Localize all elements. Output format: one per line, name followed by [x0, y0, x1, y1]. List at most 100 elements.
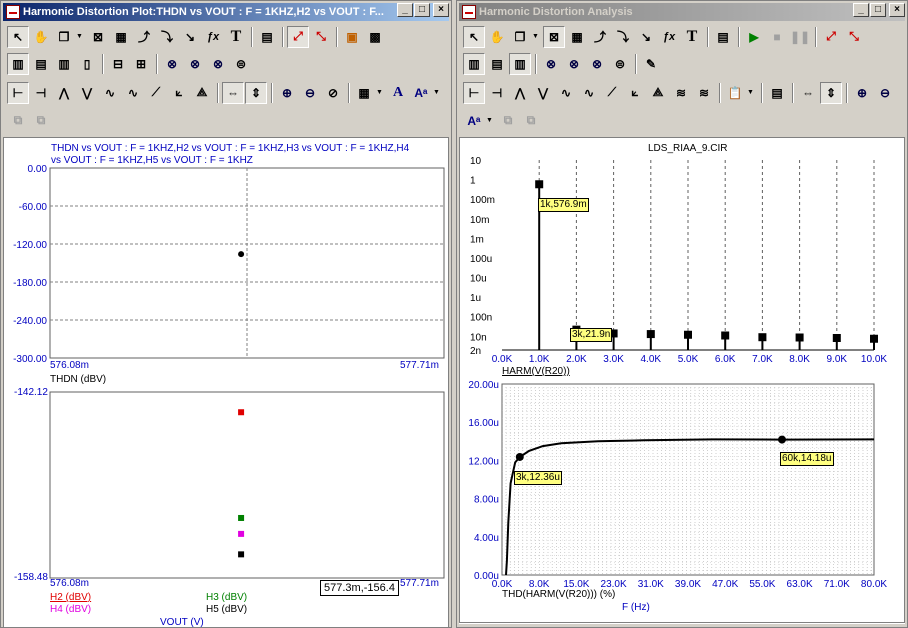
- select-arrow-icon[interactable]: ↖: [463, 25, 485, 48]
- low-icon[interactable]: ∿: [122, 82, 144, 104]
- pan-hand-icon[interactable]: ✋: [30, 26, 52, 48]
- tokens-icon[interactable]: ⤡: [310, 26, 332, 48]
- legend-h3[interactable]: H3 (dBV): [206, 592, 247, 603]
- text-icon[interactable]: T: [225, 26, 247, 48]
- scale-icon[interactable]: ⊠: [87, 26, 109, 48]
- zoom-x-icon[interactable]: ⊗: [161, 53, 183, 75]
- legend-h5[interactable]: H5 (dBV): [206, 604, 247, 615]
- layout-1-icon[interactable]: ▥: [7, 52, 29, 75]
- data-points-icon[interactable]: ⤢: [820, 26, 842, 48]
- zoom-fit-icon[interactable]: ⊘: [322, 82, 344, 104]
- zoom-off-icon[interactable]: ⊜: [609, 53, 631, 75]
- top-icon[interactable]: ≋: [693, 82, 715, 104]
- zoom-in-icon[interactable]: ⊕: [276, 82, 298, 104]
- valley-icon[interactable]: ⤵: [156, 26, 178, 48]
- close-button[interactable]: ×: [889, 3, 905, 17]
- undo-icon[interactable]: ⧉: [497, 110, 519, 132]
- run-icon[interactable]: ▶: [743, 26, 765, 48]
- cursor-left-icon[interactable]: ⊢: [7, 81, 29, 104]
- horizontal-split-icon[interactable]: ⊟: [107, 53, 129, 75]
- clipboard-icon[interactable]: 📋: [724, 82, 746, 104]
- zoom-y-icon[interactable]: ⊗: [563, 53, 585, 75]
- pan-hand-icon[interactable]: ✋: [486, 26, 508, 48]
- peak-find-icon[interactable]: ⋀: [53, 82, 75, 104]
- close-button[interactable]: ×: [433, 3, 449, 17]
- layout-1-icon[interactable]: ▥: [463, 52, 485, 75]
- chevron-down-icon[interactable]: ▼: [433, 89, 441, 96]
- grid-options-icon[interactable]: ▦: [353, 82, 375, 104]
- chevron-down-icon[interactable]: ▼: [76, 33, 84, 40]
- layout-2-icon[interactable]: ▤: [30, 53, 52, 75]
- cursor-right-icon[interactable]: ⊣: [486, 82, 508, 104]
- inflection-icon[interactable]: ⟋: [145, 82, 167, 104]
- data-points-icon[interactable]: ⤢: [287, 25, 309, 48]
- peak-icon[interactable]: ⤴: [589, 26, 611, 48]
- font-size-icon[interactable]: Aᵃ: [410, 82, 432, 104]
- fit-y-icon[interactable]: ⇕: [245, 81, 267, 104]
- copy-icon[interactable]: ❐: [509, 26, 531, 48]
- text-icon[interactable]: T: [681, 26, 703, 48]
- low-icon[interactable]: ∿: [578, 82, 600, 104]
- redo-icon[interactable]: ⧉: [520, 110, 542, 132]
- pause-icon[interactable]: ❚❚: [789, 26, 811, 48]
- properties-icon[interactable]: ▤: [712, 26, 734, 48]
- chevron-down-icon[interactable]: ▼: [747, 89, 755, 96]
- title-bar[interactable]: Harmonic Distortion Plot:THDN vs VOUT : …: [3, 3, 449, 21]
- zoom-out-icon[interactable]: ⊖: [299, 82, 321, 104]
- font-icon[interactable]: A: [387, 82, 409, 104]
- global-high-icon[interactable]: ⟀: [168, 82, 190, 104]
- zoom-y-icon[interactable]: ⊗: [184, 53, 206, 75]
- fit-icon[interactable]: ⇔: [797, 82, 819, 104]
- cursor-left-icon[interactable]: ⊢: [463, 81, 485, 104]
- valley-find-icon[interactable]: ⋁: [532, 82, 554, 104]
- cursor-right-icon[interactable]: ⊣: [30, 82, 52, 104]
- maximize-button[interactable]: □: [870, 3, 886, 17]
- global-low-icon[interactable]: ⟁: [191, 82, 213, 104]
- slope-icon[interactable]: ↘: [179, 26, 201, 48]
- stop-icon[interactable]: ■: [766, 26, 788, 48]
- redo-icon[interactable]: ⧉: [30, 110, 52, 132]
- scale-icon[interactable]: ⊠: [543, 25, 565, 48]
- layout-3-icon[interactable]: ▥: [509, 52, 531, 75]
- properties-icon[interactable]: ▤: [256, 26, 278, 48]
- notes-icon[interactable]: ▤: [766, 82, 788, 104]
- tab-strip[interactable]: [459, 623, 905, 627]
- zoom-in-icon[interactable]: ⊕: [851, 82, 873, 104]
- maximize-button[interactable]: □: [414, 3, 430, 17]
- inflection-icon[interactable]: ⟋: [601, 82, 623, 104]
- global-high-icon[interactable]: ⟀: [624, 82, 646, 104]
- grid-icon[interactable]: ▦: [110, 26, 132, 48]
- valley-icon[interactable]: ⤵: [612, 26, 634, 48]
- font-size-icon[interactable]: Aᵃ: [463, 110, 485, 132]
- fit-icon[interactable]: ⇔: [222, 81, 244, 104]
- slope-icon[interactable]: ↘: [635, 26, 657, 48]
- zoom-xy-icon[interactable]: ⊗: [586, 53, 608, 75]
- high-icon[interactable]: ∿: [555, 82, 577, 104]
- global-low-icon[interactable]: ⟁: [647, 82, 669, 104]
- title-bar[interactable]: Harmonic Distortion Analysis: [459, 3, 905, 21]
- copy-icon[interactable]: ❐: [53, 26, 75, 48]
- vertical-split-icon[interactable]: ⊞: [130, 53, 152, 75]
- zoom-out-icon[interactable]: ⊖: [874, 82, 896, 104]
- zoom-off-icon[interactable]: ⊜: [230, 53, 252, 75]
- tokens-icon[interactable]: ⤡: [843, 26, 865, 48]
- minimize-button[interactable]: _: [853, 3, 869, 17]
- grid-dots-icon[interactable]: ▩: [364, 26, 386, 48]
- layout-3-icon[interactable]: ▥: [53, 53, 75, 75]
- grid-icon[interactable]: ▦: [566, 26, 588, 48]
- peak-find-icon[interactable]: ⋀: [509, 82, 531, 104]
- fit-y-icon[interactable]: ⇕: [820, 81, 842, 104]
- peak-icon[interactable]: ⤴: [133, 26, 155, 48]
- zoom-x-icon[interactable]: ⊗: [540, 53, 562, 75]
- high-icon[interactable]: ∿: [99, 82, 121, 104]
- edit-icon[interactable]: ✎: [640, 53, 662, 75]
- marker-icon[interactable]: ▣: [341, 26, 363, 48]
- layout-2-icon[interactable]: ▤: [486, 53, 508, 75]
- select-arrow-icon[interactable]: ↖: [7, 25, 29, 48]
- function-icon[interactable]: ƒx: [202, 26, 224, 48]
- undo-icon[interactable]: ⧉: [7, 110, 29, 132]
- chevron-down-icon[interactable]: ▼: [376, 89, 384, 96]
- minimize-button[interactable]: _: [397, 3, 413, 17]
- bottom-icon[interactable]: ≋: [670, 82, 692, 104]
- legend-h4[interactable]: H4 (dBV): [50, 604, 91, 615]
